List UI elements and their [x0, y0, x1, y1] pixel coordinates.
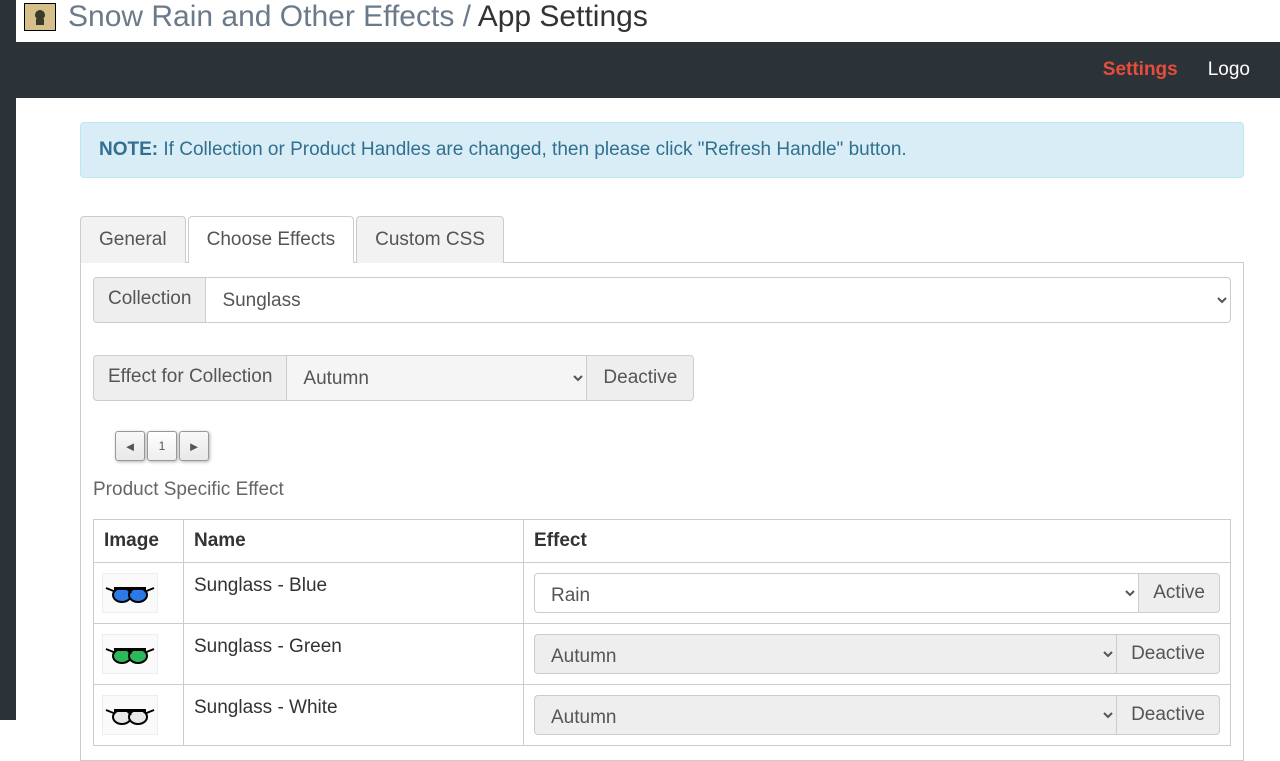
- row-effect-select[interactable]: Autumn: [534, 695, 1117, 735]
- alert-label: NOTE:: [99, 139, 158, 160]
- tabs: General Choose Effects Custom CSS: [80, 216, 1244, 263]
- nav-logout[interactable]: Logo: [1208, 59, 1250, 81]
- effect-for-collection-group: Effect for Collection Autumn Deactive: [93, 355, 1231, 401]
- row-effect-button[interactable]: Deactive: [1117, 695, 1220, 735]
- row-effect-select[interactable]: Autumn: [534, 634, 1117, 674]
- left-dark-strip: [0, 0, 16, 720]
- breadcrumb-parent[interactable]: Snow Rain and Other Effects: [68, 0, 454, 33]
- header: Snow Rain and Other Effects / App Settin…: [0, 0, 1280, 42]
- tab-general[interactable]: General: [80, 216, 186, 263]
- cell-image: [94, 563, 184, 624]
- effect-for-deactive-button[interactable]: Deactive: [587, 355, 694, 401]
- product-thumb: [102, 634, 158, 674]
- collection-label: Collection: [93, 277, 206, 323]
- product-effect-table: Image Name Effect Sunglass - BlueRainAct…: [93, 519, 1231, 746]
- pager: ◄ 1 ►: [115, 431, 1231, 461]
- cell-image: [94, 685, 184, 746]
- cell-effect: RainActive: [524, 563, 1231, 624]
- breadcrumb: Snow Rain and Other Effects / App Settin…: [68, 0, 648, 34]
- th-image: Image: [94, 520, 184, 563]
- navbar: Settings Logo: [16, 42, 1280, 98]
- th-name: Name: [184, 520, 524, 563]
- collection-group: Collection Sunglass: [93, 277, 1231, 323]
- effect-for-select[interactable]: Autumn: [287, 355, 587, 401]
- cell-effect: AutumnDeactive: [524, 624, 1231, 685]
- section-title: Product Specific Effect: [93, 479, 1231, 501]
- nav-settings[interactable]: Settings: [1103, 59, 1178, 81]
- collection-select[interactable]: Sunglass: [206, 277, 1231, 323]
- cell-effect: AutumnDeactive: [524, 685, 1231, 746]
- cell-name: Sunglass - White: [184, 685, 524, 746]
- pager-next-button[interactable]: ►: [179, 431, 209, 461]
- table-row: Sunglass - WhiteAutumnDeactive: [94, 685, 1231, 746]
- product-thumb: [102, 573, 158, 613]
- cell-image: [94, 624, 184, 685]
- cell-name: Sunglass - Blue: [184, 563, 524, 624]
- product-thumb: [102, 695, 158, 735]
- row-effect-button[interactable]: Deactive: [1117, 634, 1220, 674]
- cell-name: Sunglass - Green: [184, 624, 524, 685]
- alert-text: If Collection or Product Handles are cha…: [158, 139, 907, 160]
- pager-page-1[interactable]: 1: [147, 431, 177, 461]
- tab-choose-effects[interactable]: Choose Effects: [188, 216, 355, 263]
- table-row: Sunglass - BlueRainActive: [94, 563, 1231, 624]
- tab-panel: Collection Sunglass Effect for Collectio…: [80, 262, 1244, 761]
- row-effect-button[interactable]: Active: [1139, 573, 1220, 613]
- pager-prev-button[interactable]: ◄: [115, 431, 145, 461]
- breadcrumb-current: App Settings: [478, 0, 648, 33]
- table-row: Sunglass - GreenAutumnDeactive: [94, 624, 1231, 685]
- row-effect-select[interactable]: Rain: [534, 573, 1139, 613]
- effect-for-label: Effect for Collection: [93, 355, 287, 401]
- app-logo: [24, 3, 56, 31]
- th-effect: Effect: [524, 520, 1231, 563]
- tab-custom-css[interactable]: Custom CSS: [356, 216, 504, 263]
- info-alert: NOTE: If Collection or Product Handles a…: [80, 122, 1244, 178]
- content: NOTE: If Collection or Product Handles a…: [16, 98, 1280, 761]
- table-header-row: Image Name Effect: [94, 520, 1231, 563]
- breadcrumb-sep: /: [463, 0, 471, 33]
